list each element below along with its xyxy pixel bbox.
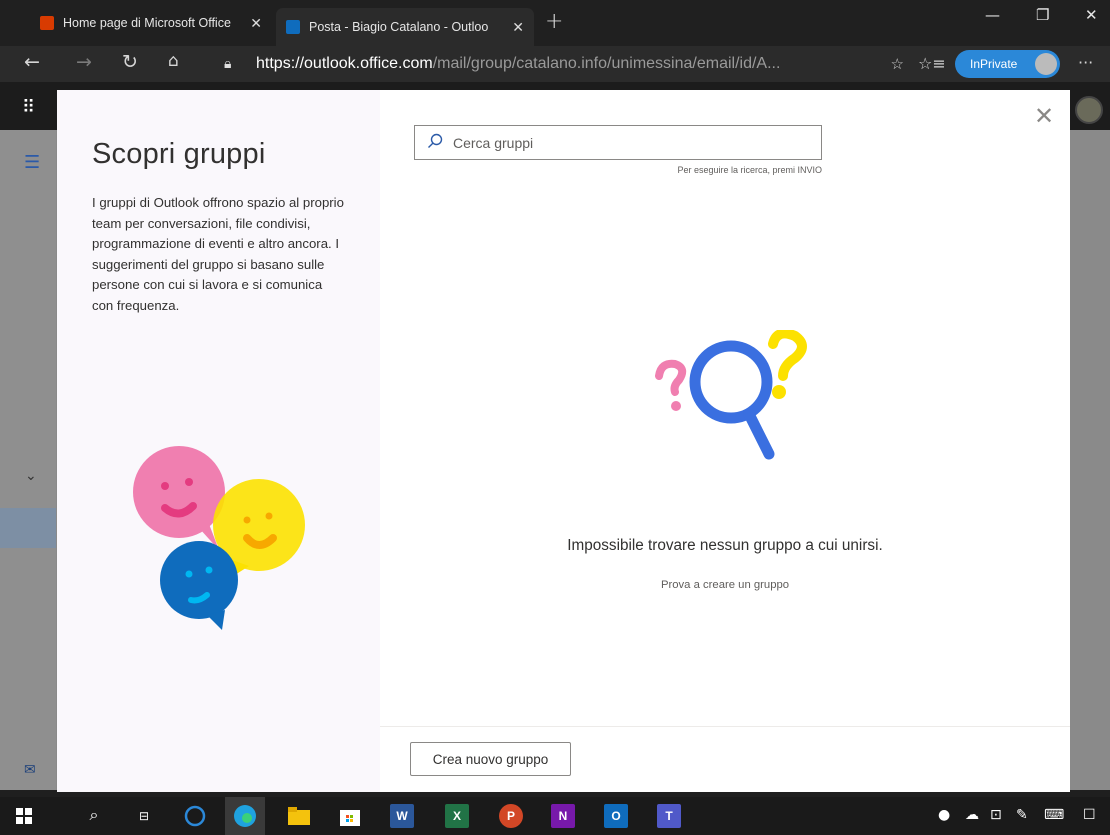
keyboard-tray-icon[interactable]: ⌨ (1044, 807, 1064, 823)
search-input[interactable] (449, 134, 821, 151)
close-dialog-icon[interactable]: ✕ (1032, 104, 1056, 128)
address-bar-row: ← → ↻ ⌂ 🔒︎ https://outlook.office.com /m… (0, 46, 1110, 82)
onenote-icon[interactable]: N (551, 804, 575, 828)
file-explorer-icon[interactable] (287, 804, 311, 828)
nav-strip (0, 130, 56, 790)
footer-divider (380, 726, 1070, 727)
hamburger-icon[interactable]: ☰ (24, 152, 40, 173)
home-icon[interactable]: ⌂ (168, 51, 179, 71)
browser-title-bar: Home page di Microsoft Office ✕ Posta - … (0, 0, 1110, 46)
mail-icon[interactable]: ✉ (24, 762, 36, 778)
minimize-icon[interactable]: — (985, 6, 1000, 24)
lock-icon: 🔒︎ (224, 55, 232, 71)
refresh-icon[interactable]: ↻ (122, 51, 138, 73)
tab-outlook[interactable]: Posta - Biagio Catalano - Outloo ✕ (276, 8, 534, 46)
windows-taskbar: ⌕ ⊟ W X P N O T ● ☁ ⊡ ✎ ⌨ ☐ (0, 797, 1110, 835)
url-path: /mail/group/catalano.info/unimessina/ema… (432, 54, 781, 72)
word-icon[interactable]: W (390, 804, 414, 828)
discover-groups-dialog: Scopri gruppi I gruppi di Outlook offron… (57, 90, 1070, 792)
empty-state-title: Impossibile trovare nessun gruppo a cui … (567, 537, 883, 554)
outlook-icon (286, 20, 300, 34)
chat-faces-illustration (133, 446, 305, 630)
search-icon[interactable]: ⌕ (82, 804, 106, 828)
tab-office-home[interactable]: Home page di Microsoft Office ✕ (30, 8, 272, 38)
back-icon[interactable]: ← (24, 51, 40, 73)
create-group-button[interactable]: Crea nuovo gruppo (410, 742, 571, 776)
restore-icon[interactable]: ❐ (1036, 6, 1049, 24)
profile-avatar (1035, 53, 1057, 75)
close-tab-icon[interactable]: ✕ (250, 15, 262, 32)
security-tray-icon[interactable]: ● (938, 807, 950, 823)
search-icon (427, 133, 449, 153)
edge-icon[interactable] (233, 804, 257, 828)
favorites-icon[interactable]: ☆≡ (918, 54, 946, 73)
start-icon[interactable] (12, 804, 36, 828)
dialog-description: I gruppi di Outlook offrono spazio al pr… (92, 195, 344, 313)
favorite-star-icon[interactable]: ☆ (891, 55, 904, 73)
more-icon[interactable]: ··· (1078, 53, 1093, 72)
close-tab-icon[interactable]: ✕ (512, 19, 524, 36)
search-hint: Per eseguire la ricerca, premi INVIO (677, 165, 822, 175)
app-launcher-icon[interactable]: ⠿ (22, 97, 35, 118)
forward-icon[interactable]: → (76, 51, 92, 73)
close-window-icon[interactable]: ✕ (1085, 6, 1098, 24)
selected-folder[interactable] (0, 508, 56, 548)
new-tab-button[interactable]: + (545, 9, 563, 34)
chevron-down-icon[interactable]: ⌄ (25, 468, 37, 484)
pen-tray-icon[interactable]: ✎ (1016, 807, 1028, 823)
network-tray-icon[interactable]: ⊡ (990, 807, 1002, 823)
teams-icon[interactable]: T (657, 804, 681, 828)
dialog-title: Scopri gruppi (92, 138, 266, 170)
magnifier-question-illustration (655, 330, 807, 460)
cortana-icon[interactable] (183, 804, 207, 828)
user-avatar[interactable] (1075, 96, 1103, 124)
inprivate-label: InPrivate (970, 57, 1018, 71)
office-icon (40, 16, 54, 30)
url-host: https://outlook.office.com (256, 54, 433, 72)
tab-title: Posta - Biagio Catalano - Outloo (309, 20, 489, 34)
outlook-icon[interactable]: O (604, 804, 628, 828)
notifications-icon[interactable]: ☐ (1083, 807, 1096, 823)
address-bar[interactable]: 🔒︎ https://outlook.office.com /mail/grou… (214, 47, 904, 80)
empty-state-subtitle: Prova a creare un gruppo (660, 579, 790, 591)
inprivate-badge[interactable]: InPrivate (955, 50, 1060, 78)
dialog-left-pane: Scopri gruppi I gruppi di Outlook offron… (57, 90, 380, 792)
excel-icon[interactable]: X (445, 804, 469, 828)
task-view-icon[interactable]: ⊟ (132, 804, 156, 828)
group-search-box[interactable] (414, 125, 822, 160)
store-icon[interactable] (338, 804, 362, 828)
powerpoint-icon[interactable]: P (499, 804, 523, 828)
onedrive-tray-icon[interactable]: ☁ (965, 807, 979, 823)
tab-title: Home page di Microsoft Office (63, 16, 231, 30)
